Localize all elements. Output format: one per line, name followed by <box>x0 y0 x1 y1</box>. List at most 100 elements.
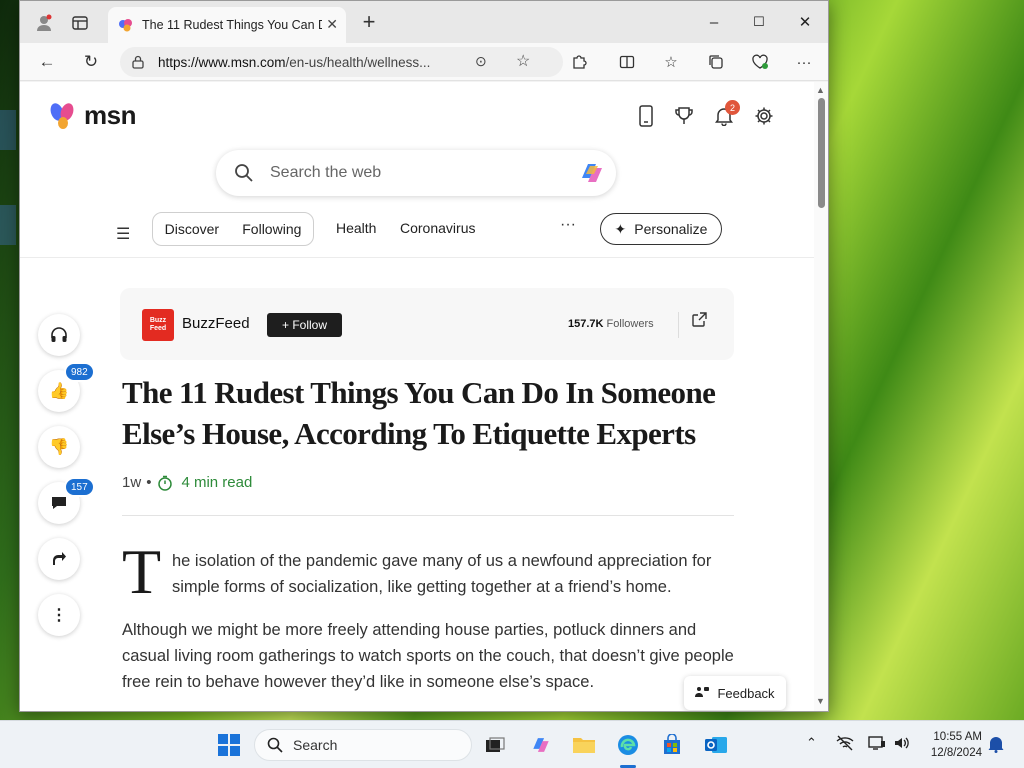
lock-icon[interactable] <box>132 55 144 69</box>
msn-logo[interactable]: msn <box>48 100 136 131</box>
tab-actions-icon[interactable] <box>68 11 92 35</box>
address-bar[interactable]: https://www.msn.com/en-us/health/wellnes… <box>120 47 563 77</box>
follow-button[interactable]: + Follow <box>267 313 342 337</box>
outlook-icon[interactable] <box>701 730 731 760</box>
nav-more-icon[interactable]: ··· <box>560 216 576 234</box>
category-nav: ☰ Discover Following Health Coronavirus … <box>20 210 814 258</box>
search-icon <box>267 737 283 753</box>
dislike-thumb-down-icon[interactable]: 👎 <box>38 426 80 468</box>
collections-icon[interactable] <box>703 49 729 75</box>
nav-coronavirus[interactable]: Coronavirus <box>400 220 475 236</box>
extensions-icon[interactable] <box>566 49 592 75</box>
minimize-icon[interactable]: – <box>694 9 734 35</box>
split-screen-icon[interactable] <box>614 49 640 75</box>
buzzfeed-logo[interactable]: Buzz Feed <box>142 309 174 341</box>
sparkle-star-icon: ✦ <box>614 220 627 237</box>
copilot-taskbar-icon[interactable] <box>526 730 556 760</box>
article-paragraph: Although we might be more freely attendi… <box>122 621 734 691</box>
article-age: 1w <box>122 474 142 491</box>
maximize-icon[interactable]: ☐ <box>739 9 779 35</box>
divider <box>122 515 734 516</box>
phone-icon[interactable] <box>632 102 660 130</box>
taskbar-search-label: Search <box>293 737 338 753</box>
menu-hamburger-icon[interactable]: ☰ <box>116 224 130 244</box>
open-external-icon[interactable] <box>692 312 707 330</box>
more-vertical-icon[interactable]: ⋮ <box>38 594 80 636</box>
msn-butterfly-icon <box>50 102 74 129</box>
clock-date: 12/8/2024 <box>930 747 982 759</box>
close-window-icon[interactable]: ✕ <box>785 9 825 35</box>
scroll-down-icon[interactable]: ▼ <box>816 696 825 706</box>
web-search-box[interactable]: Search the web <box>216 150 616 196</box>
microsoft-store-icon[interactable] <box>657 730 687 760</box>
followers-count: 157.7K Followers <box>568 318 654 330</box>
close-tab-icon[interactable]: ✕ <box>326 16 338 33</box>
network-disconnected-icon[interactable] <box>836 735 854 754</box>
msn-favicon-icon <box>119 19 132 32</box>
article-headline: The 11 Rudest Things You Can Do In Someo… <box>122 375 716 451</box>
article-paragraph: he isolation of the pandemic gave many o… <box>172 552 712 596</box>
rewards-trophy-icon[interactable] <box>670 102 698 130</box>
refresh-icon[interactable]: ↻ <box>78 49 104 75</box>
tab-active[interactable]: The 11 Rudest Things You Can Do ✕ <box>108 7 346 43</box>
url-text[interactable]: https://www.msn.com/en-us/health/wellnes… <box>158 55 448 70</box>
publisher-card: Buzz Feed BuzzFeed + Follow 157.7K Follo… <box>120 288 734 360</box>
scroll-thumb[interactable] <box>818 98 825 208</box>
nav-discover[interactable]: Discover <box>165 221 219 237</box>
notification-count-badge: 2 <box>725 100 740 115</box>
browser-essentials-icon[interactable] <box>747 49 773 75</box>
share-icon[interactable] <box>38 538 80 580</box>
new-tab-icon[interactable]: + <box>357 11 381 33</box>
msn-wordmark: msn <box>84 100 136 130</box>
page-viewport: msn 2 Search the web ☰ Discover Followin… <box>20 82 828 711</box>
tab-bar: The 11 Rudest Things You Can Do ✕ + – ☐ … <box>20 1 828 43</box>
search-input[interactable]: Search the web <box>270 164 381 182</box>
read-time: 4 min read <box>157 474 252 491</box>
scroll-up-icon[interactable]: ▲ <box>816 85 825 95</box>
desktop-icon[interactable] <box>0 205 16 245</box>
browser-window: The 11 Rudest Things You Can Do ✕ + – ☐ … <box>19 0 829 712</box>
page-scrollbar[interactable]: ▲ ▼ <box>814 82 828 711</box>
settings-gear-icon[interactable] <box>750 102 778 130</box>
search-icon <box>235 164 253 182</box>
listen-headphones-icon[interactable] <box>38 314 80 356</box>
desktop-icon[interactable] <box>0 110 16 150</box>
favorite-star-icon[interactable]: ☆ <box>516 51 530 71</box>
feedback-button[interactable]: Feedback <box>684 676 786 710</box>
edge-browser-icon[interactable] <box>613 730 643 760</box>
favorites-icon[interactable]: ☆ <box>658 49 684 75</box>
nav-following[interactable]: Following <box>242 221 301 237</box>
taskbar-search[interactable]: Search <box>254 729 472 761</box>
taskbar: Search ⌃ 10:55 AM 12/8/2024 <box>0 720 1024 768</box>
drop-cap: T <box>122 536 162 607</box>
file-explorer-icon[interactable] <box>569 730 599 760</box>
profile-icon[interactable] <box>32 11 56 35</box>
meta-bullet: • <box>146 474 152 491</box>
personalize-button[interactable]: ✦ Personalize <box>600 213 722 245</box>
feedback-label: Feedback <box>717 685 775 701</box>
personalize-label: Personalize <box>634 221 708 237</box>
nav-health[interactable]: Health <box>336 220 376 236</box>
feedback-icon <box>695 686 710 701</box>
system-clock[interactable]: 10:55 AM 12/8/2024 <box>922 729 982 761</box>
copilot-icon[interactable] <box>578 160 606 186</box>
windows-start-icon[interactable] <box>214 730 244 760</box>
volume-icon[interactable] <box>893 735 911 754</box>
publisher-name[interactable]: BuzzFeed <box>182 315 250 332</box>
back-icon[interactable]: ← <box>34 49 60 75</box>
display-icon[interactable] <box>868 735 886 754</box>
browser-toolbar: ← ↻ https://www.msn.com/en-us/health/wel… <box>20 43 828 81</box>
show-hidden-icons-icon[interactable]: ⌃ <box>806 735 817 751</box>
like-count-badge: 982 <box>64 362 95 382</box>
clock-time: 10:55 AM <box>933 731 982 743</box>
tab-title: The 11 Rudest Things You Can Do <box>142 18 322 32</box>
divider <box>678 312 679 338</box>
settings-more-icon[interactable]: ··· <box>791 49 817 75</box>
comment-count-badge: 157 <box>64 477 95 497</box>
feed-toggle-group: Discover Following <box>152 212 314 246</box>
article-meta: 1w • 4 min read <box>122 474 252 491</box>
more-options-icon[interactable]: ⊙ <box>475 53 487 70</box>
task-view-icon[interactable] <box>480 730 510 760</box>
notification-center-bell-icon[interactable] <box>988 735 1004 756</box>
timer-icon <box>158 475 173 491</box>
